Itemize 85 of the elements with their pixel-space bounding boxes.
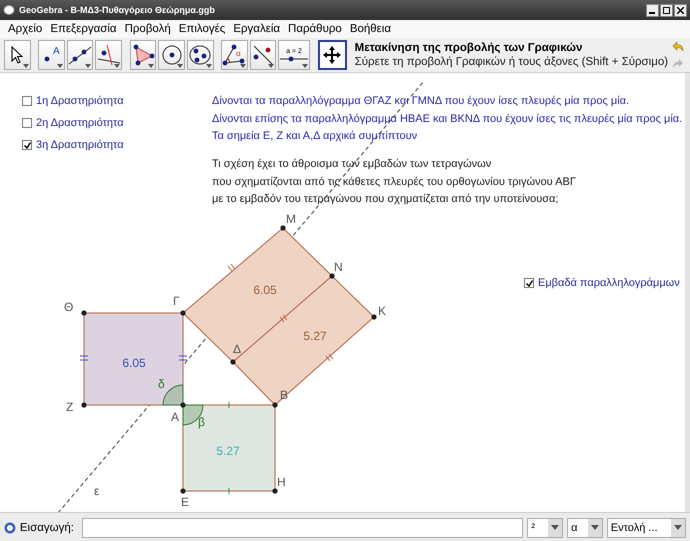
tool-button[interactable]: α xyxy=(221,40,248,70)
checkbox[interactable] xyxy=(22,96,32,106)
instruction-text: Τα σημεία Ε, Ζ και Α,Δ αρχικά συμπίπτουν xyxy=(212,130,418,144)
window-title: GeoGebra - B-ΜΔ3-Πυθαγόρειο Θεώρημα.ggb xyxy=(19,5,216,15)
angle-label: β xyxy=(198,415,205,429)
dropdown[interactable]: ² xyxy=(527,518,564,538)
point-label: Μ xyxy=(286,212,296,226)
caret-icon xyxy=(674,525,682,530)
close-button[interactable] xyxy=(674,4,687,16)
menu-item[interactable]: Επιλογές xyxy=(174,23,230,35)
question-text: που σχηματίζονται από τις κάθετες πλευρές του ορθογωνίου τριγώνου ΑΒΓ xyxy=(212,176,576,190)
circle-icon xyxy=(160,44,184,66)
point[interactable] xyxy=(272,402,278,408)
checkbox-label[interactable]: 1η Δραστηριότητα xyxy=(36,95,124,107)
menu-item[interactable]: Βοήθεια xyxy=(346,23,396,35)
maximize-button[interactable] xyxy=(660,4,673,16)
angle-arc xyxy=(162,384,184,406)
perpendicular-line-icon xyxy=(96,44,121,66)
area-value: 5.27 xyxy=(303,329,327,343)
point[interactable] xyxy=(180,310,186,316)
point-label: Η xyxy=(277,475,286,489)
checkbox-label[interactable]: 2η Δραστηριότητα xyxy=(36,117,124,129)
tool-button[interactable] xyxy=(318,40,347,70)
point-label: Θ xyxy=(64,300,74,314)
checkbox[interactable] xyxy=(524,278,534,288)
point[interactable] xyxy=(280,225,286,231)
point-label: ε xyxy=(94,484,100,498)
angle-label: δ xyxy=(158,377,165,391)
tool-button[interactable] xyxy=(66,40,94,70)
point-label: Γ xyxy=(173,294,180,308)
instruction-text: Δίνονται τα παραλληλόγραμμα ΘΓΑΖ και ΓΜΝΔ που έχουν ίσες πλευρές μία προς μία. xyxy=(212,95,630,109)
tool-title: Μετακίνηση της προβολής των Γραφικών xyxy=(354,42,584,54)
tool-button[interactable] xyxy=(186,40,214,70)
menu-item[interactable]: Αρχείο xyxy=(4,23,46,35)
question-text: Τι σχέση έχει το άθροισμα των εμβαδών των τετραγώνων xyxy=(212,158,492,172)
cursor-icon xyxy=(11,46,24,64)
tool-button[interactable] xyxy=(4,40,31,70)
checkbox[interactable] xyxy=(22,140,32,150)
tool-description: Σύρετε τη προβολή Γραφικών ή τους άξονες (Shift + Σύρσιμο) xyxy=(354,56,668,68)
line-icon xyxy=(68,44,92,66)
area-value: 6.05 xyxy=(122,356,146,370)
point[interactable] xyxy=(329,273,335,279)
dropdown[interactable]: α xyxy=(567,518,603,538)
tool-button[interactable] xyxy=(158,40,185,70)
triangle-icon xyxy=(130,44,155,66)
point-label: Α xyxy=(171,410,180,424)
menu-item[interactable]: Προβολή xyxy=(120,23,175,35)
tool-button[interactable] xyxy=(95,40,122,70)
point[interactable] xyxy=(371,314,377,320)
menu-item[interactable]: Παράθυρο xyxy=(284,23,346,35)
help-icon[interactable] xyxy=(4,522,16,534)
tool-button[interactable] xyxy=(250,40,276,70)
caret-icon xyxy=(551,525,560,530)
instruction-text: Δίνονται επίσης τα παραλληλόγραμμα ΗΒΑΕ και ΒΚΝΔ που έχουν ίσες τις πλευρές μία προς μία. xyxy=(212,112,682,126)
point[interactable] xyxy=(81,310,87,316)
menu-item[interactable]: Εργαλεία xyxy=(229,23,284,35)
point[interactable] xyxy=(230,359,236,365)
input-label: Εισαγωγή: xyxy=(20,522,74,534)
checkbox[interactable] xyxy=(22,118,32,128)
point[interactable] xyxy=(272,488,278,494)
tool-button[interactable]: A xyxy=(38,40,65,70)
tool-button[interactable] xyxy=(130,40,156,70)
dropdown[interactable]: Εντολή ... xyxy=(606,518,686,538)
checkbox-label[interactable]: Εμβαδά παραλληλογράμμων xyxy=(538,277,680,289)
point[interactable] xyxy=(180,402,186,408)
point-label: Ε xyxy=(181,495,190,509)
menu-item[interactable]: Επεξεργασία xyxy=(46,23,121,35)
input-field[interactable] xyxy=(82,518,524,538)
area-value: 5.27 xyxy=(216,444,240,458)
area-value: 6.05 xyxy=(253,283,277,297)
close-icon xyxy=(677,6,684,14)
maximize-icon xyxy=(663,6,670,14)
point-label: Δ xyxy=(233,342,242,356)
point[interactable] xyxy=(180,488,186,494)
point[interactable] xyxy=(81,402,87,408)
ellipse-icon xyxy=(188,44,212,66)
caret-icon xyxy=(590,525,599,530)
point-label: Ν xyxy=(334,260,343,274)
point-label: Κ xyxy=(378,304,386,318)
app-icon xyxy=(3,4,15,16)
question-text: με το εμβαδόν του τετραγώνου που σχηματίζεται από την υποτείνουσα; xyxy=(212,193,560,207)
checkbox-label[interactable]: 3η Δραστηριότητα xyxy=(36,139,124,151)
minimize-button[interactable] xyxy=(646,4,659,16)
move-arrows-icon xyxy=(322,45,342,65)
point-label: Ζ xyxy=(66,400,74,414)
